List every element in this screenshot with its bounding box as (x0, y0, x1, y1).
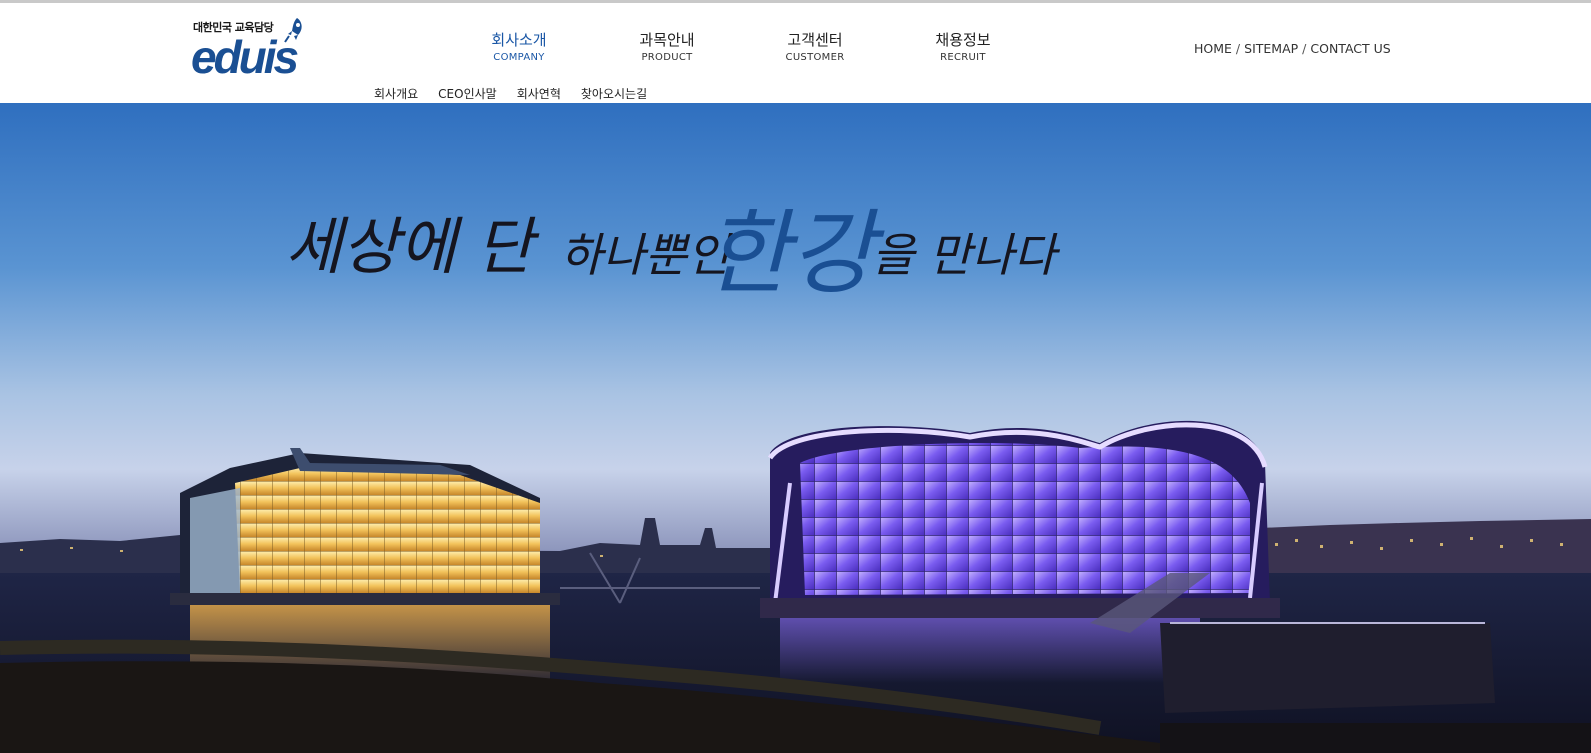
nav-customer-sublabel: CUSTOMER (785, 52, 845, 63)
hero-slogan-part: 세상에 단 (285, 210, 540, 283)
nav-company[interactable]: 회사소개 COMPANY (464, 30, 574, 64)
main-navigation: 회사소개 COMPANY 과목안내 PRODUCT 고객센터 CUSTOMER … (464, 30, 1064, 70)
sitemap-link[interactable]: SITEMAP (1244, 41, 1298, 56)
subnav-ceo-greeting[interactable]: CEO인사말 (438, 87, 497, 101)
hero-image: 세상에 단 하나뿐인 한강 을 만나다 (0, 103, 1591, 753)
nav-recruit-sublabel: RECRUIT (940, 52, 986, 63)
utility-links: HOME / SITEMAP / CONTACT US (1194, 41, 1391, 56)
nav-customer[interactable]: 고객센터 CUSTOMER (760, 30, 870, 64)
nav-company-label: 회사소개 (491, 31, 547, 49)
nav-recruit-label: 채용정보 (935, 31, 991, 49)
util-separator: / (1235, 41, 1241, 56)
hero-slogan-part: 을 만나다 (872, 228, 1061, 282)
subnav-overview[interactable]: 회사개요 (374, 87, 418, 101)
nav-customer-label: 고객센터 (787, 31, 843, 49)
hero-banner: 세상에 단 하나뿐인 한강 을 만나다 (0, 103, 1591, 753)
rocket-icon (284, 18, 302, 43)
nav-product[interactable]: 과목안내 PRODUCT (612, 30, 722, 64)
site-logo[interactable]: 대한민국 교육담당 eduis (191, 17, 323, 83)
sub-navigation: 회사개요 CEO인사말 회사연혁 찾아오시는길 (374, 85, 667, 102)
nav-company-sublabel: COMPANY (493, 52, 545, 63)
subnav-history[interactable]: 회사연혁 (517, 87, 561, 101)
home-link[interactable]: HOME (1194, 41, 1232, 56)
nav-product-sublabel: PRODUCT (641, 52, 693, 63)
contact-us-link[interactable]: CONTACT US (1310, 41, 1390, 56)
nav-recruit[interactable]: 채용정보 RECRUIT (908, 30, 1018, 64)
subnav-directions[interactable]: 찾아오시는길 (581, 87, 647, 101)
site-header: 대한민국 교육담당 eduis 회사소개 COMPANY 과목안내 PRODUC… (0, 3, 1591, 103)
logo-wordmark: eduis (191, 31, 299, 83)
hero-slogan-highlight: 한강 (705, 200, 886, 307)
nav-product-label: 과목안내 (639, 31, 695, 49)
util-separator: / (1302, 41, 1307, 56)
